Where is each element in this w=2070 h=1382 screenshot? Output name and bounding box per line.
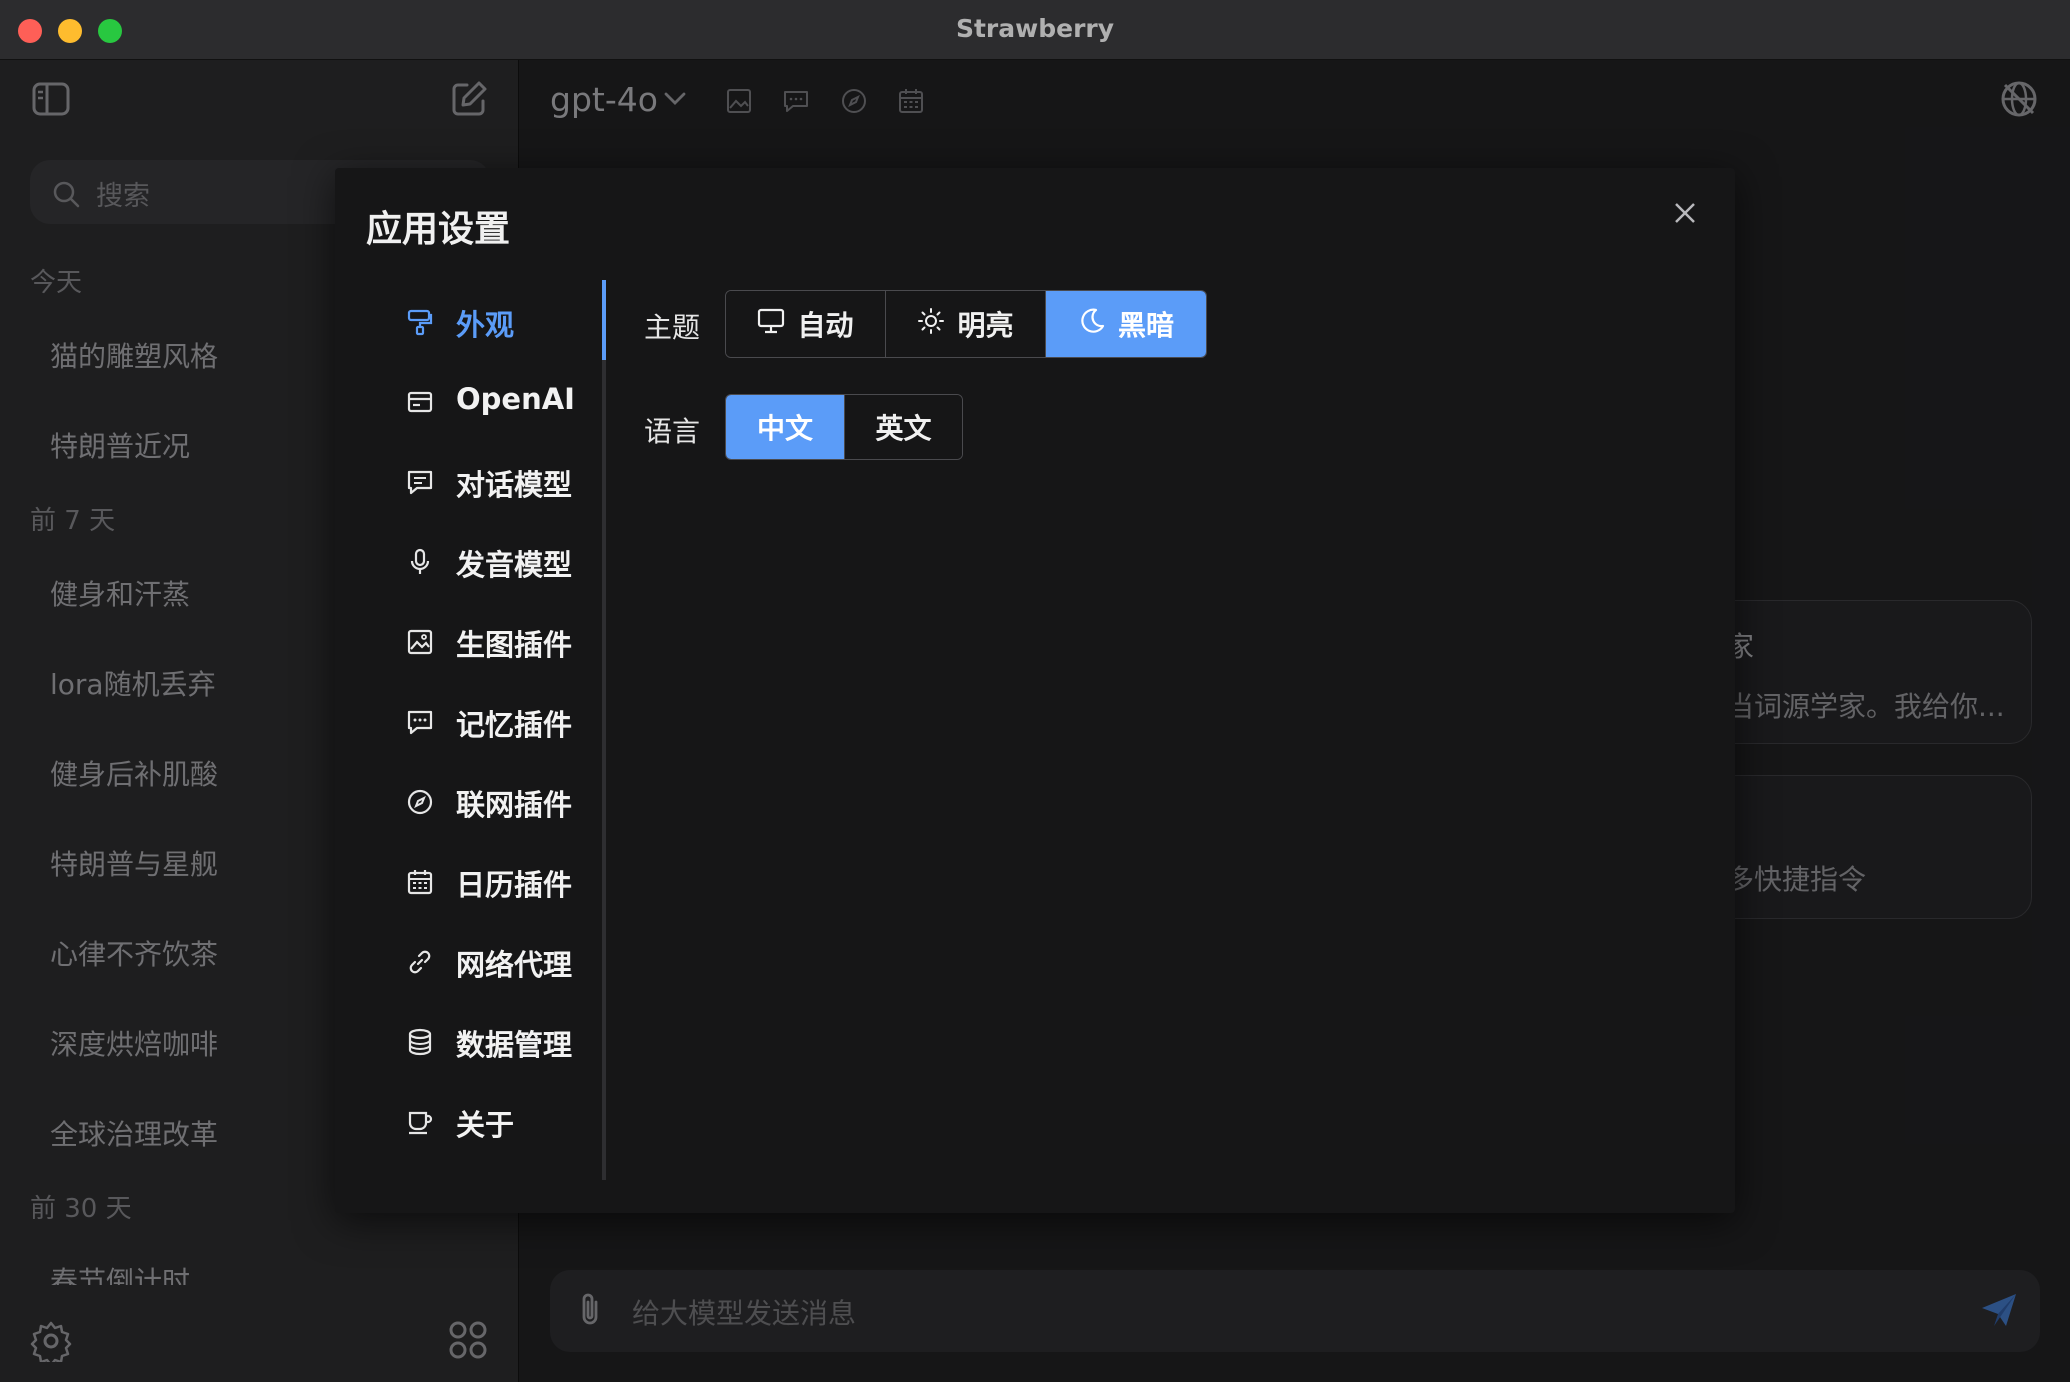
theme-option-dark[interactable]: 黑暗 [1045, 291, 1206, 357]
nav-item-appearance[interactable]: 外观 [400, 292, 600, 352]
nav-label: 关于 [456, 1108, 515, 1142]
compass-icon [406, 788, 434, 820]
card-icon [406, 388, 434, 420]
theme-option-label: 自动 [797, 309, 854, 342]
close-icon[interactable] [1674, 202, 1696, 224]
language-option-chinese[interactable]: 中文 [726, 395, 844, 459]
dialog-title: 应用设置 [366, 209, 511, 250]
nav-item-calendar-plugin[interactable]: 日历插件 [400, 852, 600, 912]
nav-item-voice-model[interactable]: 发音模型 [400, 532, 600, 592]
nav-label: 网络代理 [456, 948, 573, 982]
theme-option-light[interactable]: 明亮 [885, 291, 1045, 357]
nav-label: 日历插件 [456, 868, 573, 902]
database-icon [406, 1028, 434, 1060]
nav-label: 外观 [456, 308, 515, 342]
paint-roller-icon [406, 308, 434, 340]
nav-rail-indicator [602, 280, 606, 360]
sun-icon [917, 307, 945, 342]
moon-icon [1078, 307, 1106, 342]
nav-item-proxy[interactable]: 网络代理 [400, 932, 600, 992]
nav-label: 对话模型 [456, 468, 573, 502]
cup-icon [406, 1108, 434, 1140]
chat-square-icon [406, 468, 434, 500]
language-label: 语言 [644, 415, 701, 448]
nav-rail [602, 280, 606, 1180]
theme-option-label: 明亮 [957, 309, 1014, 342]
nav-item-data-management[interactable]: 数据管理 [400, 1012, 600, 1072]
nav-item-chat-model[interactable]: 对话模型 [400, 452, 600, 512]
chat-dots-icon [406, 708, 434, 740]
language-option-english[interactable]: 英文 [844, 395, 962, 459]
link-icon [406, 948, 434, 980]
image-icon [406, 628, 434, 660]
window-title: Strawberry [955, 14, 1115, 43]
monitor-icon [757, 308, 785, 341]
theme-selector: 自动 明亮 黑暗 [725, 290, 1207, 358]
nav-label: 发音模型 [456, 548, 573, 582]
theme-label: 主题 [644, 311, 701, 344]
nav-item-memory-plugin[interactable]: 记忆插件 [400, 692, 600, 752]
nav-label: 联网插件 [456, 788, 573, 822]
nav-label: 记忆插件 [456, 708, 573, 742]
theme-option-auto[interactable]: 自动 [726, 291, 885, 357]
nav-label: 生图插件 [456, 628, 573, 662]
nav-item-about[interactable]: 关于 [400, 1092, 600, 1152]
nav-label: 数据管理 [456, 1028, 573, 1062]
microphone-icon [406, 548, 434, 580]
calendar-icon [406, 868, 434, 900]
nav-item-web-plugin[interactable]: 联网插件 [400, 772, 600, 832]
theme-option-label: 黑暗 [1117, 309, 1174, 342]
nav-item-openai[interactable]: OpenAI [400, 372, 600, 432]
nav-item-image-plugin[interactable]: 生图插件 [400, 612, 600, 672]
language-selector: 中文 英文 [725, 394, 963, 460]
nav-label: OpenAI [456, 382, 575, 416]
